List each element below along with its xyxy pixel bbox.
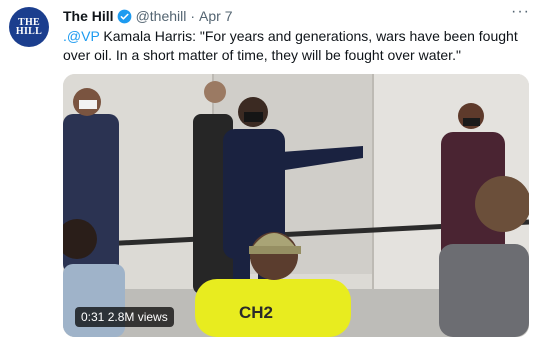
- mention-link[interactable]: .@VP: [63, 28, 100, 44]
- video-stats-badge: 0:31 2.8M views: [75, 307, 174, 327]
- verified-badge-icon: [117, 9, 131, 23]
- video-views: 2.8M views: [107, 310, 168, 324]
- tweet-text-body: Kamala Harris: "For years and generation…: [63, 28, 518, 63]
- video-timestamp: 0:31: [81, 310, 105, 324]
- tweet-text: .@VP Kamala Harris: "For years and gener…: [63, 27, 523, 65]
- avatar[interactable]: THE HILL: [9, 7, 49, 47]
- tweet-card[interactable]: THE HILL The Hill @thehill · Apr 7 ··· .…: [0, 0, 550, 341]
- more-options-icon[interactable]: ···: [511, 3, 530, 21]
- video-frame-image: [63, 74, 529, 337]
- shirt-logo-text: CH2: [239, 303, 274, 322]
- video-player[interactable]: CH2 0:31 2.8M views: [63, 74, 529, 337]
- separator-dot: ·: [190, 8, 196, 24]
- tweet-date[interactable]: Apr 7: [199, 8, 232, 24]
- avatar-logo-line2: HILL: [15, 26, 43, 37]
- tweet-header: The Hill @thehill · Apr 7: [63, 7, 233, 25]
- author-handle[interactable]: @thehill: [136, 8, 187, 24]
- author-name[interactable]: The Hill: [63, 8, 114, 24]
